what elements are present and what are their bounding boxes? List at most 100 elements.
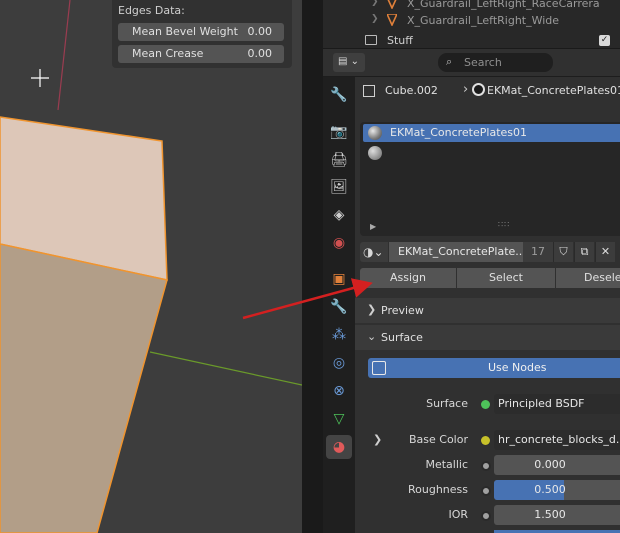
fake-user-button[interactable]: ⛉ xyxy=(553,242,573,262)
shader-socket-icon[interactable] xyxy=(481,400,490,409)
chevron-down-icon: ⌄ xyxy=(367,330,377,343)
assign-button[interactable]: Assign xyxy=(360,268,456,288)
preview-panel-header[interactable]: ❯ Preview xyxy=(355,298,620,323)
tool-tab[interactable]: 🔧 xyxy=(326,83,352,107)
metallic-row: Metallic 0.000 xyxy=(355,455,620,475)
row-label: Base Color xyxy=(408,433,468,446)
physics-icon: ◎ xyxy=(332,355,346,371)
search-placeholder: Search xyxy=(464,56,502,69)
unlink-material-button[interactable]: ✕ xyxy=(595,242,615,262)
object-icon xyxy=(363,85,375,97)
material-tab[interactable]: ◕ xyxy=(326,435,352,459)
modifier-tab[interactable]: 🔧 xyxy=(326,295,352,319)
resize-grip-icon[interactable]: ∷∷ xyxy=(498,220,510,229)
render-tab[interactable]: 📷 xyxy=(326,120,352,144)
mean-crease-field[interactable]: Mean Crease 0.00 xyxy=(118,45,284,63)
outliner-row-label: X_Guardrail_LeftRight_Wide xyxy=(407,14,560,27)
search-input[interactable]: ⌕ Search xyxy=(438,53,553,72)
material-slots-list: EKMat_ConcretePlates01 ▶ ∷∷ xyxy=(360,122,620,236)
collection-icon xyxy=(365,35,377,45)
use-nodes-button[interactable]: Use Nodes xyxy=(368,358,620,378)
material-slot[interactable] xyxy=(363,144,620,162)
breadcrumb-object: Cube.002 xyxy=(385,84,438,97)
constraints-tab[interactable]: ⊗ xyxy=(326,379,352,403)
base-color-row: ❯ Base Color hr_concrete_blocks_d... xyxy=(355,430,620,450)
select-button[interactable]: Select xyxy=(457,268,555,288)
field-value: 0.00 xyxy=(247,47,273,60)
expand-list-icon[interactable]: ▶ xyxy=(370,222,376,231)
copy-icon: ⧉ xyxy=(580,245,589,258)
particles-icon: ⁂ xyxy=(332,327,346,343)
properties-header: ▤ ⌄ ⌕ Search xyxy=(323,48,620,76)
row-label: Metallic xyxy=(425,458,468,471)
area-splitter[interactable] xyxy=(302,0,323,533)
properties-icon: ▤ ⌄ xyxy=(338,56,360,67)
duplicate-material-button[interactable]: ⧉ xyxy=(574,242,594,262)
field-value: 1.500 xyxy=(534,508,566,521)
color-socket-icon[interactable] xyxy=(481,436,490,445)
material-slot-label: EKMat_ConcretePlates01 xyxy=(390,126,528,139)
field-label: Mean Bevel Weight xyxy=(132,25,238,38)
surface-panel-body: Use Nodes Surface Principled BSDF ❯ Base… xyxy=(355,350,620,533)
view-layer-tab[interactable]: 🖼 xyxy=(326,175,352,199)
scene-tab[interactable]: ◈ xyxy=(326,203,352,227)
mean-bevel-weight-field[interactable]: Mean Bevel Weight 0.00 xyxy=(118,23,284,41)
material-selector: ◑⌄ EKMat_ConcretePlate... 17 ⛉ ⧉ ✕ xyxy=(360,241,620,263)
material-icon: ◕ xyxy=(332,439,346,455)
field-value: Principled BSDF xyxy=(498,397,585,410)
surface-shader-field[interactable]: Principled BSDF xyxy=(494,394,620,414)
world-icon: ◉ xyxy=(332,235,346,251)
panel-title: Surface xyxy=(381,331,423,344)
base-color-field[interactable]: hr_concrete_blocks_d... xyxy=(494,430,620,450)
cube-front-face xyxy=(0,243,168,533)
surface-panel-header[interactable]: ⌄ Surface xyxy=(355,325,620,350)
material-users-count[interactable]: 17 xyxy=(523,242,553,262)
use-nodes-label: Use Nodes xyxy=(488,361,547,374)
tool-icon: 🔧 xyxy=(330,87,348,103)
panel-title: Preview xyxy=(381,304,424,317)
material-slot[interactable]: EKMat_ConcretePlates01 xyxy=(363,124,620,142)
properties-tabs: 🔧 📷 🖨 🖼 ◈ ◉ ▣ 🔧 ⁂ ◎ ⊗ ▽ ◕ xyxy=(323,77,355,533)
y-axis-line xyxy=(57,0,71,111)
roughness-slider[interactable]: 0.500 xyxy=(494,480,620,500)
outliner: ❯ X_Guardrail_LeftRight_RaceCarrera ❯ X_… xyxy=(323,0,620,48)
slot-actions: Assign Select Deselect xyxy=(360,268,620,288)
object-tab[interactable]: ▣ xyxy=(326,267,352,291)
value-socket-icon[interactable] xyxy=(481,486,491,496)
field-value: hr_concrete_blocks_d... xyxy=(498,433,620,446)
ior-field[interactable]: 1.500 xyxy=(494,505,620,525)
expand-arrow-icon[interactable]: ❯ xyxy=(371,0,379,7)
scene-icon: ◈ xyxy=(333,207,345,223)
edges-data-title: Edges Data: xyxy=(118,4,185,17)
material-name-field[interactable]: EKMat_ConcretePlate... xyxy=(389,242,523,262)
3d-viewport[interactable]: Edges Data: Mean Bevel Weight 0.00 Mean … xyxy=(0,0,302,533)
modifier-icon: 🔧 xyxy=(330,299,348,315)
exclude-checkbox[interactable]: ✓ xyxy=(599,35,610,46)
data-tab[interactable]: ▽ xyxy=(326,407,352,431)
output-icon: 🖨 xyxy=(330,152,348,168)
expand-arrow-icon[interactable]: ❯ xyxy=(371,14,379,24)
world-tab[interactable]: ◉ xyxy=(326,231,352,255)
output-tab[interactable]: 🖨 xyxy=(326,148,352,172)
browse-material-button[interactable]: ◑⌄ xyxy=(360,242,388,262)
metallic-slider[interactable]: 0.000 xyxy=(494,455,620,475)
editor-type-button[interactable]: ▤ ⌄ xyxy=(333,53,365,72)
value-socket-icon[interactable] xyxy=(481,461,491,471)
breadcrumb: Cube.002 › EKMat_ConcretePlates01 xyxy=(355,77,620,105)
particles-tab[interactable]: ⁂ xyxy=(326,323,352,347)
empty-material-icon xyxy=(368,146,382,160)
physics-tab[interactable]: ◎ xyxy=(326,351,352,375)
field-value: 0.00 xyxy=(247,25,273,38)
collection-label: Stuff xyxy=(387,34,413,47)
chevron-right-icon[interactable]: ❯ xyxy=(373,433,382,446)
3d-cursor-icon xyxy=(31,69,49,87)
field-value: 0.000 xyxy=(534,458,566,471)
deselect-button[interactable]: Deselect xyxy=(556,268,620,288)
outliner-collection-row[interactable]: Stuff ✓ xyxy=(323,32,620,48)
ior-row: IOR 1.500 xyxy=(355,505,620,525)
object-data-icon xyxy=(387,14,397,26)
outliner-row-label: X_Guardrail_LeftRight_RaceCarrera xyxy=(407,0,600,10)
value-socket-icon[interactable] xyxy=(481,511,491,521)
outliner-row[interactable]: ❯ X_Guardrail_LeftRight_Wide xyxy=(323,11,620,31)
shield-icon: ⛉ xyxy=(559,245,568,258)
